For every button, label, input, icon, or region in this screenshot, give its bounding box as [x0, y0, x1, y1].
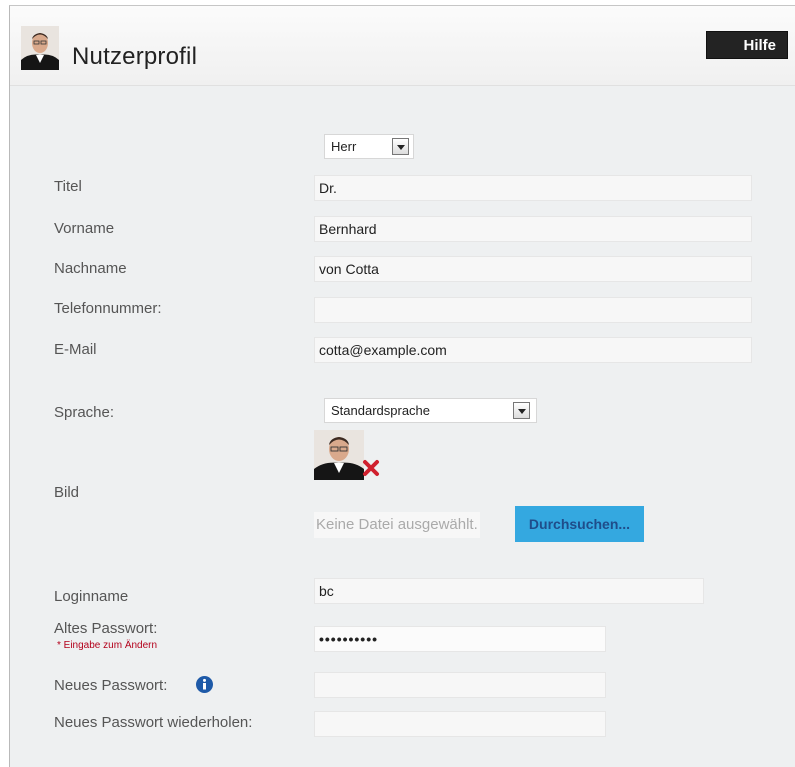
file-status: Keine Datei ausgewählt. [314, 512, 480, 538]
email-input[interactable]: cotta@example.com [314, 337, 752, 363]
salutation-select[interactable]: Herr [324, 134, 414, 159]
repeat-password-input[interactable] [314, 711, 606, 737]
language-select[interactable]: Standardsprache [324, 398, 537, 423]
old-password-hint: * Eingabe zum Ändern [57, 640, 158, 651]
page-header: Nutzerprofil Hilfe [10, 6, 795, 86]
profile-panel: Nutzerprofil Hilfe [9, 5, 795, 767]
browse-button[interactable]: Durchsuchen... [515, 506, 644, 542]
chevron-down-icon[interactable] [392, 138, 409, 155]
login-name-label: Loginname [54, 588, 129, 605]
phone-input[interactable] [314, 297, 752, 323]
profile-picture [314, 430, 364, 480]
first-name-input[interactable]: Bernhard [314, 216, 752, 242]
last-name-label: Nachname [54, 260, 127, 277]
old-password-label: Altes Passwort: [54, 620, 158, 637]
title-label: Titel [54, 178, 82, 195]
old-password-input[interactable]: •••••••••• [314, 626, 606, 652]
first-name-label: Vorname [54, 220, 115, 237]
user-avatar-small [21, 26, 59, 70]
page-title: Nutzerprofil [72, 43, 198, 70]
language-label: Sprache: [54, 404, 115, 421]
login-name-input[interactable]: bc [314, 578, 704, 604]
picture-label: Bild [54, 484, 80, 501]
phone-label: Telefonnummer: [54, 300, 162, 317]
chevron-down-icon[interactable] [513, 402, 530, 419]
help-button[interactable]: Hilfe [706, 31, 788, 59]
language-value: Standardsprache [331, 403, 431, 418]
info-icon[interactable] [196, 676, 213, 693]
delete-icon[interactable] [362, 459, 380, 477]
salutation-value: Herr [331, 139, 357, 154]
new-password-label: Neues Passwort: [54, 677, 168, 694]
email-label: E-Mail [54, 341, 97, 358]
title-input[interactable]: Dr. [314, 175, 752, 201]
last-name-input[interactable]: von Cotta [314, 256, 752, 282]
repeat-password-label: Neues Passwort wiederholen: [54, 714, 253, 731]
new-password-input[interactable] [314, 672, 606, 698]
